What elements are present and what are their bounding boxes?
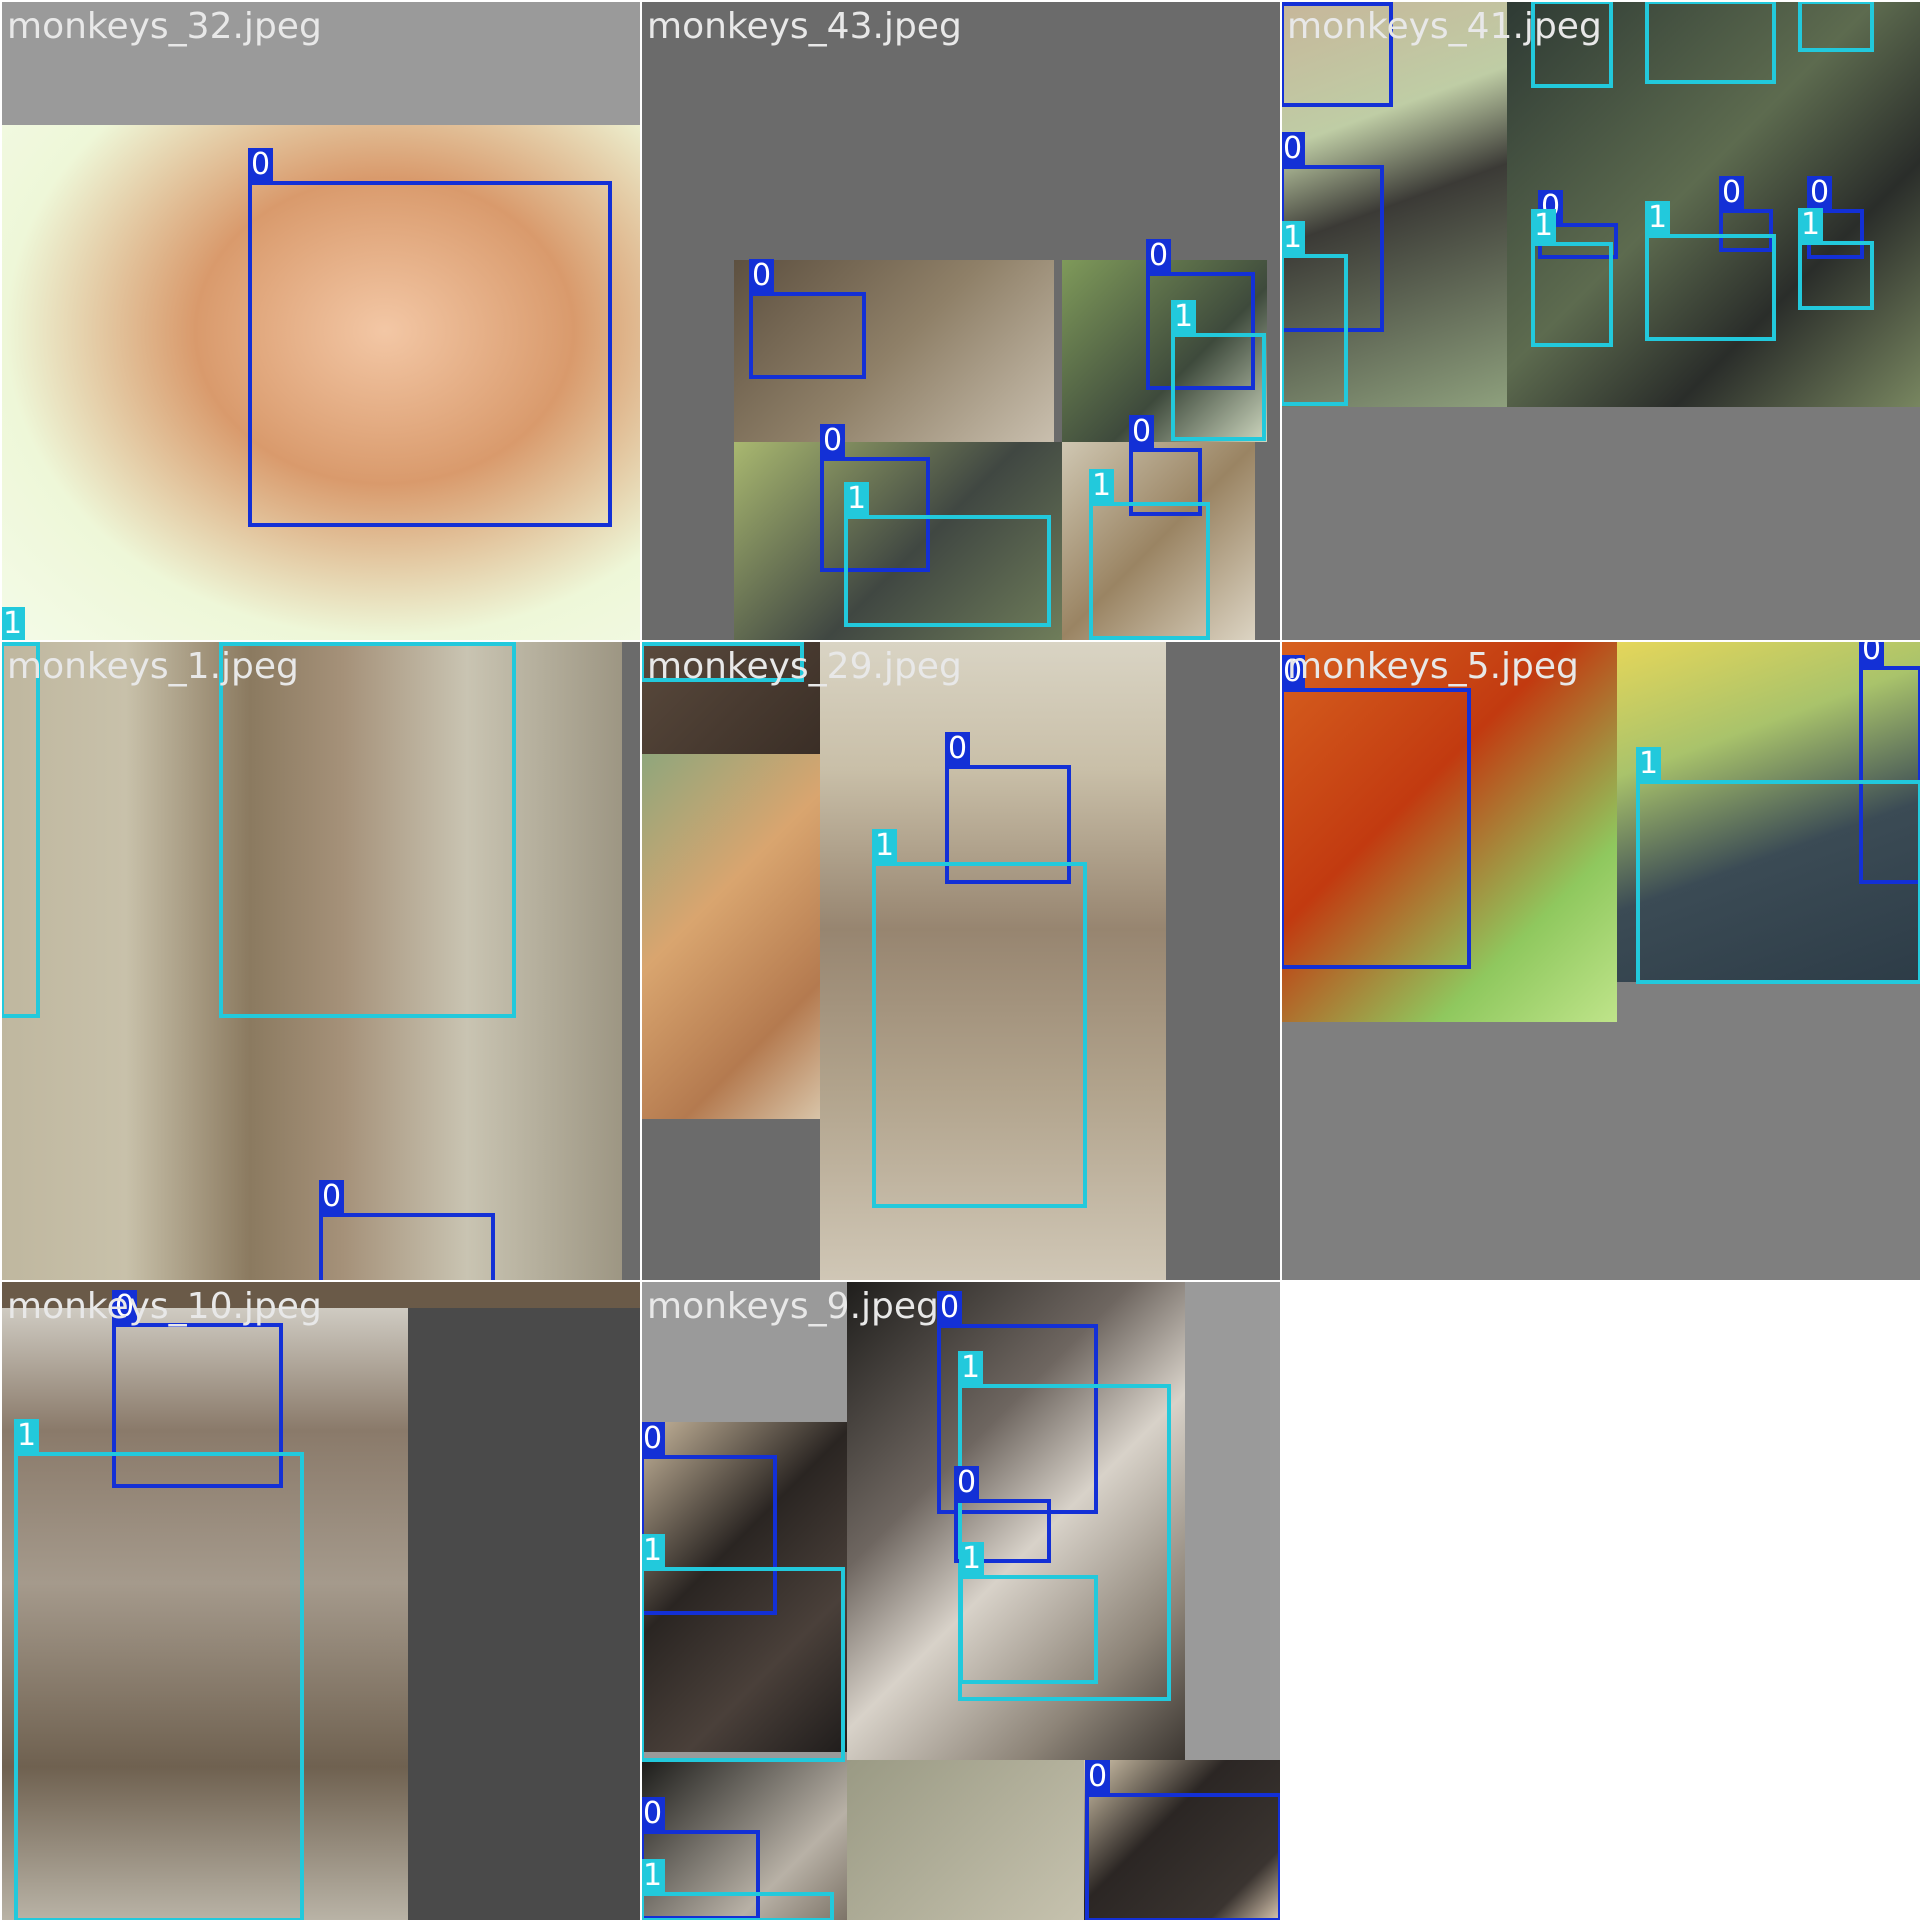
grid-separator bbox=[0, 1280, 1280, 1282]
detection-box-0: 0 bbox=[749, 259, 866, 379]
detection-box-0: 0 bbox=[1085, 1760, 1280, 1920]
detection-box-1: 1 bbox=[14, 1419, 304, 1920]
class-label: 0 bbox=[749, 259, 775, 293]
class-label: 1 bbox=[2, 642, 26, 643]
detection-box-1: 1 bbox=[2, 642, 40, 1018]
class-label: 0 bbox=[937, 1291, 963, 1325]
mosaic-tile-monkeys-10: monkeys_10.jpeg 0 1 bbox=[2, 1282, 640, 1920]
class-label: 1 bbox=[1171, 300, 1197, 334]
class-label: 0 bbox=[248, 148, 274, 182]
tile-title: monkeys_10.jpeg bbox=[7, 1286, 322, 1327]
class-label: 0 bbox=[1719, 176, 1745, 210]
detection-box-1: 1 bbox=[1645, 201, 1776, 341]
mosaic-tile-monkeys-9: monkeys_9.jpeg 0 1 0 1 0 1 0 1 0 bbox=[642, 1282, 1280, 1920]
class-label: 0 bbox=[1859, 642, 1885, 667]
proboscis-monkey-back-photo bbox=[642, 754, 820, 1119]
detection-box-1: 1 bbox=[1798, 2, 1874, 52]
class-label: 1 bbox=[642, 642, 666, 643]
detection-box-1: 1 bbox=[1282, 221, 1348, 406]
blurred-background-photo bbox=[847, 1760, 1084, 1920]
class-label: 1 bbox=[219, 642, 245, 643]
class-label: 1 bbox=[1282, 221, 1306, 255]
class-label: 1 bbox=[642, 1859, 666, 1893]
class-label: 0 bbox=[820, 424, 846, 458]
class-label: 0 bbox=[954, 1466, 980, 1500]
class-label: 1 bbox=[959, 1542, 985, 1576]
tile-title: monkeys_5.jpeg bbox=[1287, 646, 1579, 687]
mosaic-tile-monkeys-29: monkeys_29.jpeg 1 0 1 bbox=[642, 642, 1280, 1280]
tile-title: monkeys_29.jpeg bbox=[647, 646, 962, 687]
detection-box-0: 0 bbox=[248, 148, 612, 527]
class-label: 1 bbox=[1798, 208, 1824, 242]
class-label: 0 bbox=[1146, 239, 1172, 273]
class-label: 0 bbox=[1085, 1760, 1111, 1794]
tile-title: monkeys_32.jpeg bbox=[7, 6, 322, 47]
detection-box-1: 1 bbox=[1798, 208, 1874, 310]
tile-title: monkeys_41.jpeg bbox=[1287, 6, 1602, 47]
detection-box-1: 1 bbox=[1531, 209, 1613, 347]
class-label: 1 bbox=[642, 1534, 666, 1568]
class-label: 1 bbox=[872, 829, 898, 863]
detection-box-1: 1 bbox=[872, 829, 1087, 1208]
detection-box-0: 0 bbox=[319, 1180, 495, 1280]
tile-title: monkeys_43.jpeg bbox=[647, 6, 962, 47]
class-label: 1 bbox=[2, 607, 26, 640]
grid-separator bbox=[640, 0, 642, 1920]
detection-box-0: 0 bbox=[1282, 655, 1471, 969]
class-label: 0 bbox=[319, 1180, 345, 1214]
detection-box-1: 1 bbox=[642, 1859, 834, 1920]
class-label: 0 bbox=[1282, 132, 1306, 166]
class-label: 1 bbox=[958, 1351, 984, 1385]
detection-box-1: 1 bbox=[1645, 2, 1776, 84]
class-label: 1 bbox=[1089, 469, 1115, 503]
detection-box-1: 1 bbox=[844, 482, 1051, 627]
class-label: 0 bbox=[945, 732, 971, 766]
detection-box-1: 1 bbox=[1171, 300, 1266, 441]
class-label: 1 bbox=[844, 482, 870, 516]
class-label: 0 bbox=[1129, 415, 1155, 449]
class-label: 1 bbox=[1636, 747, 1662, 781]
mosaic-tile-monkeys-5: monkeys_5.jpeg 0 0 1 bbox=[1282, 642, 1920, 1280]
mosaic-tile-monkeys-32: monkeys_32.jpeg 0 1 bbox=[2, 2, 640, 640]
class-label: 0 bbox=[1807, 176, 1833, 210]
class-label: 1 bbox=[1645, 201, 1671, 235]
detection-box-1: 1 bbox=[1636, 747, 1920, 984]
tile-title: monkeys_9.jpeg bbox=[647, 1286, 939, 1327]
grid-separator bbox=[0, 640, 1920, 642]
class-label: 0 bbox=[642, 1422, 666, 1456]
mosaic-tile-monkeys-43: monkeys_43.jpeg 0 0 1 0 1 0 1 bbox=[642, 2, 1280, 640]
detection-box-1: 1 bbox=[642, 1534, 845, 1762]
tile-title: monkeys_1.jpeg bbox=[7, 646, 299, 687]
mosaic-tile-monkeys-41: monkeys_41.jpeg 0 0 1 1 1 1 0 1 0 1 0 1 bbox=[1282, 2, 1920, 640]
detection-box-1: 1 bbox=[1089, 469, 1210, 640]
class-label: 0 bbox=[642, 1797, 666, 1831]
detection-box-1: 1 bbox=[959, 1542, 1098, 1684]
class-label: 1 bbox=[14, 1419, 40, 1453]
class-label: 1 bbox=[1531, 209, 1557, 243]
class-label: 0 bbox=[1282, 2, 1306, 3]
detection-box-1: 1 bbox=[219, 642, 516, 1018]
mosaic-tile-monkeys-1: monkeys_1.jpeg 1 1 0 bbox=[2, 642, 640, 1280]
